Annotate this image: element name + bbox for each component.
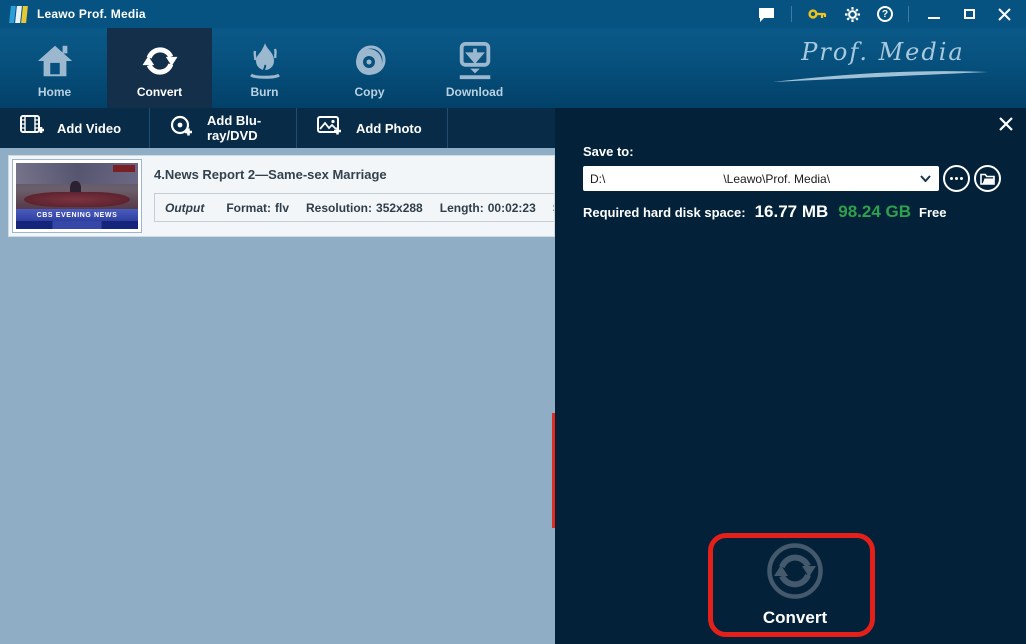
close-icon[interactable]	[994, 4, 1014, 24]
help-glyph: ?	[882, 9, 888, 20]
file-info: 4.News Report 2—Same-sex Marriage Output…	[154, 156, 554, 236]
tab-home[interactable]: Home	[2, 28, 107, 108]
open-folder-button[interactable]	[974, 165, 1001, 192]
add-video-button[interactable]: Add Video	[0, 108, 150, 148]
titlebar-separator	[908, 6, 909, 22]
panel-close-icon[interactable]	[997, 115, 1015, 133]
convert-button-icon	[766, 542, 824, 600]
titlebar: Leawo Prof. Media ?	[0, 0, 1026, 28]
tab-convert[interactable]: Convert	[107, 28, 212, 108]
download-icon	[454, 39, 496, 83]
save-path-suffix: \Leawo\Prof. Media\	[723, 172, 830, 186]
add-photo-button[interactable]: Add Photo	[297, 108, 448, 148]
settings-gear-icon[interactable]	[842, 4, 862, 24]
brand-text: Prof. Media	[768, 38, 998, 66]
thumbnail-news-desk	[24, 192, 130, 207]
chevron-down-icon	[920, 175, 931, 182]
convert-settings-panel: Save to: D:\ \Leawo\Prof. Media\ Require…	[555, 108, 1026, 644]
file-list-area: CBS EVENING NEWS 4.News Report 2—Same-se…	[0, 148, 555, 644]
add-photo-label: Add Photo	[356, 121, 422, 136]
brand-swoosh	[773, 68, 993, 84]
thumbnail-lower-strip	[16, 221, 138, 229]
file-list-item[interactable]: CBS EVENING NEWS 4.News Report 2—Same-se…	[8, 155, 555, 237]
tab-convert-label: Convert	[137, 85, 182, 99]
free-space-value: 98.24 GB	[838, 202, 911, 222]
output-info-box[interactable]: Output Format:flv Resolution:352x288 Len…	[154, 193, 555, 222]
save-path-dropdown[interactable]: D:\ \Leawo\Prof. Media\	[583, 166, 939, 191]
add-bluray-label: Add Blu-ray/DVD	[207, 113, 280, 143]
brand-signature: Prof. Media	[768, 38, 998, 89]
tab-burn[interactable]: Burn	[212, 28, 317, 108]
output-label: Output	[165, 201, 204, 215]
thumbnail-caption: CBS EVENING NEWS	[37, 212, 118, 219]
open-folder-icon	[980, 173, 995, 185]
app-logo-icon	[9, 6, 29, 23]
add-toolbar: Add Video Add Blu-ray/DVD Add Photo	[0, 108, 555, 148]
titlebar-separator	[791, 6, 792, 22]
file-title: 4.News Report 2—Same-sex Marriage	[154, 167, 387, 182]
tab-home-label: Home	[38, 85, 71, 99]
tab-burn-label: Burn	[251, 85, 279, 99]
home-icon	[34, 39, 76, 83]
minimize-icon[interactable]	[924, 4, 944, 24]
nav-bar: Home Convert B	[0, 28, 1026, 108]
add-video-label: Add Video	[57, 121, 121, 136]
convert-button[interactable]: Convert	[715, 538, 875, 633]
save-path-prefix: D:\	[590, 172, 605, 186]
copy-disc-icon	[350, 39, 390, 83]
resolution-stat: Resolution:352x288	[306, 201, 423, 215]
tab-copy-label: Copy	[355, 85, 385, 99]
video-thumbnail-frame: CBS EVENING NEWS	[12, 159, 142, 233]
add-video-icon	[20, 115, 44, 142]
help-icon[interactable]: ?	[877, 6, 893, 22]
add-bluray-button[interactable]: Add Blu-ray/DVD	[150, 108, 297, 148]
required-space-label: Required hard disk space:	[583, 205, 746, 220]
required-space-value: 16.77 MB	[755, 202, 829, 222]
titlebar-controls: ?	[756, 0, 1026, 28]
required-space-row: Required hard disk space: 16.77 MB 98.24…	[583, 202, 947, 222]
video-thumbnail: CBS EVENING NEWS	[16, 163, 138, 229]
thumbnail-banner: CBS EVENING NEWS	[16, 209, 138, 221]
tab-download[interactable]: Download	[422, 28, 527, 108]
length-stat: Length:00:02:23	[440, 201, 536, 215]
convert-icon	[139, 39, 181, 83]
convert-button-label: Convert	[763, 608, 827, 628]
save-to-label: Save to:	[583, 144, 634, 159]
add-bluray-icon	[170, 115, 194, 142]
free-space-label: Free	[919, 205, 946, 220]
add-photo-icon	[317, 115, 343, 142]
browse-folder-button[interactable]	[943, 165, 970, 192]
format-stat: Format:flv	[226, 201, 289, 215]
red-annotation-line	[552, 413, 555, 528]
feedback-icon[interactable]	[756, 4, 776, 24]
register-key-icon[interactable]	[807, 4, 827, 24]
tab-copy[interactable]: Copy	[317, 28, 422, 108]
ellipsis-icon	[950, 177, 963, 180]
maximize-icon[interactable]	[959, 4, 979, 24]
thumbnail-timestamp-box	[113, 165, 135, 172]
burn-icon	[247, 39, 283, 83]
app-title: Leawo Prof. Media	[37, 7, 146, 21]
tab-download-label: Download	[446, 85, 503, 99]
